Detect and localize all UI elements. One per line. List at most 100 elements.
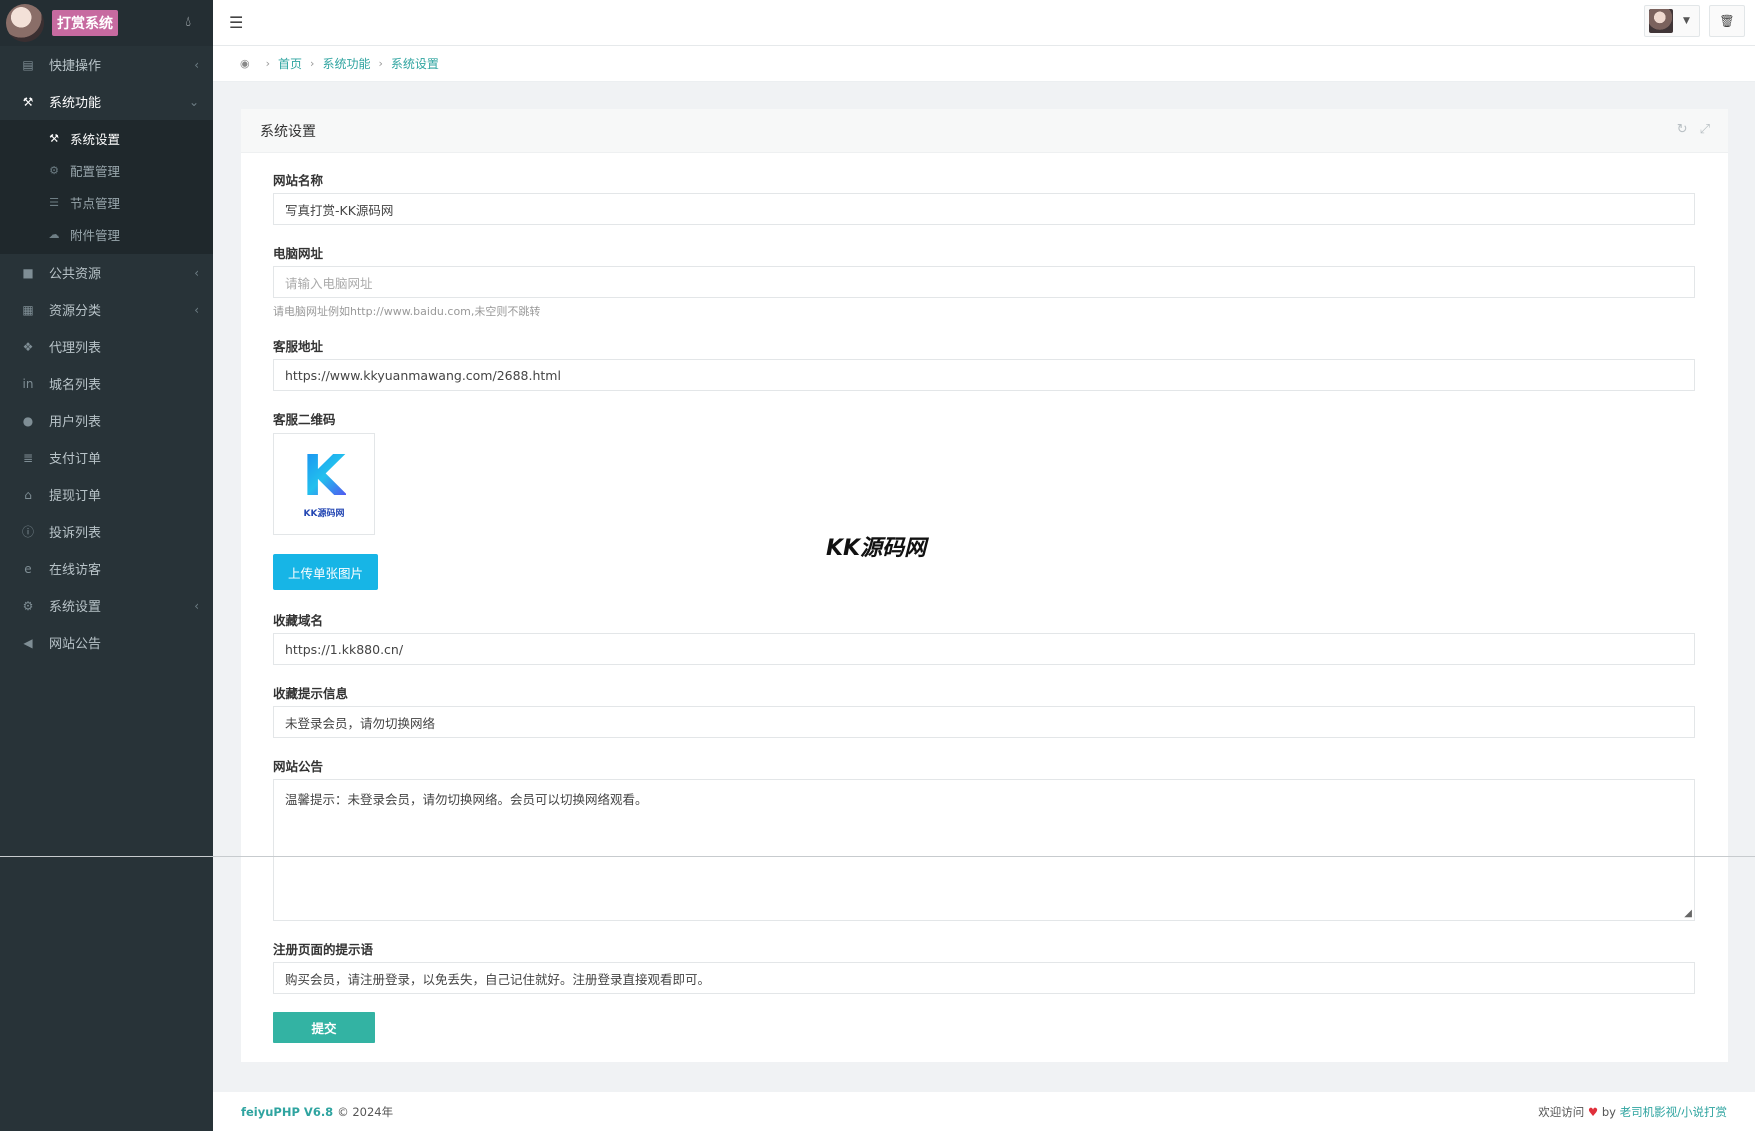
cloud-upload-icon: ☁	[48, 227, 60, 241]
qr-logo-letter: K	[302, 444, 346, 509]
sidebar-submenu: ⚒ 系统设置 ⚙ 配置管理 ☰ 节点管理 ☁ 附件管理	[0, 120, 213, 254]
sidebar-item-online-visitors[interactable]: e 在线访客	[0, 550, 213, 587]
service-qr-label: 客服二维码	[273, 412, 336, 427]
sidebar-item-label: 投诉列表	[49, 526, 102, 541]
sidebar-item-system-functions[interactable]: ⚒ 系统功能 ⌄	[0, 83, 213, 120]
service-qr-image[interactable]: K KK源码网	[273, 433, 375, 535]
sidebar-item-domains[interactable]: in 城名列表	[0, 365, 213, 402]
register-tip-label: 注册页面的提示语	[273, 942, 374, 957]
sidebar-item-label: 公共资源	[49, 267, 102, 282]
sidebar-subitem-config[interactable]: ⚙ 配置管理	[0, 154, 213, 186]
sidebar-item-agents[interactable]: ❖ 代理列表	[0, 328, 213, 365]
breadcrumb-home[interactable]: 首页	[278, 55, 302, 72]
sidebar-item-label: 用户列表	[49, 415, 102, 430]
service-url-input[interactable]: https://www.kkyuanmawang.com/2688.html	[273, 359, 1695, 391]
fav-tip-input[interactable]: 未登录会员，请勿切换网络	[273, 706, 1695, 738]
sidebar-item-system-settings[interactable]: ⚙ 系统设置 ‹	[0, 587, 213, 624]
sidebar-item-label: 提现订单	[49, 489, 102, 504]
service-url-label: 客服地址	[273, 339, 324, 354]
sidebar-item-label: 网站公告	[49, 637, 102, 652]
theme-drop-icon[interactable]: 💧︎	[185, 14, 191, 30]
sidebar-subitem-nodes[interactable]: ☰ 节点管理	[0, 186, 213, 218]
breadcrumb-system-settings[interactable]: 系统设置	[391, 55, 439, 72]
sidebar-item-payment-orders[interactable]: ≣ 支付订单	[0, 439, 213, 476]
ie-icon: e	[24, 561, 32, 576]
breadcrumb: ◉ › 首页 › 系统功能 › 系统设置	[213, 46, 1755, 82]
sidebar-item-label: 城名列表	[49, 378, 102, 393]
notice-textarea[interactable]: 温馨提示：未登录会员，请勿切换网络。会员可以切换网络观看。 ◢	[273, 779, 1695, 921]
topbar: ☰ ▼ 🗑︎	[213, 0, 1755, 46]
register-tip-input[interactable]: 购买会员，请注册登录，以免丢失，自己记住就好。注册登录直接观看即可。	[273, 962, 1695, 994]
sidebar-item-label: 系统功能	[49, 96, 102, 111]
card-header: 系统设置 ↻ ⤢	[241, 109, 1728, 153]
caret-down-icon: ▼	[1683, 16, 1690, 26]
avatar	[1649, 9, 1673, 33]
breadcrumb-separator: ›	[265, 57, 271, 70]
sidebar-subitem-system-settings[interactable]: ⚒ 系统设置	[0, 122, 213, 154]
sidebar-item-complaints[interactable]: ⓘ 投诉列表	[0, 513, 213, 550]
bank-icon: ⌂	[24, 487, 32, 502]
database-icon: ≣	[22, 450, 34, 465]
watermark: KK源码网	[826, 536, 927, 561]
linkedin-icon: in	[22, 376, 34, 391]
settings-form: 网站名称 写真打赏-KK源码网 电脑网址 请输入电脑网址 请电脑网址例如http…	[241, 153, 1728, 1043]
pc-url-help: 请电脑网址例如http://www.baidu.com,未空则不跳转	[273, 305, 541, 318]
video-icon: ■	[22, 265, 34, 280]
chevron-left-icon: ‹	[194, 265, 199, 280]
sidebar-item-withdraw-orders[interactable]: ⌂ 提现订单	[0, 476, 213, 513]
user-icon: ●	[22, 413, 34, 428]
site-name-input[interactable]: 写真打赏-KK源码网	[273, 193, 1695, 225]
menu-toggle-icon[interactable]: ☰	[229, 13, 243, 32]
sidebar-subitem-attachments[interactable]: ☁ 附件管理	[0, 218, 213, 250]
refresh-icon[interactable]: ↻	[1677, 122, 1688, 137]
sidebar-item-quick-actions[interactable]: ▤ 快捷操作 ‹	[0, 46, 213, 83]
upload-image-button[interactable]: 上传单张图片	[273, 554, 378, 590]
divider	[0, 856, 1755, 857]
user-menu-button[interactable]: ▼	[1644, 5, 1700, 37]
submit-button[interactable]: 提交	[273, 1012, 375, 1043]
sidebar: 打赏系统 💧︎ ▤ 快捷操作 ‹ ⚒ 系统功能 ⌄ ⚒ 系统设置 ⚙ 配置管理 …	[0, 0, 213, 1131]
footer-by: by	[1601, 1104, 1616, 1119]
folder-open-icon: ▤	[22, 57, 34, 72]
fav-domain-label: 收藏域名	[273, 613, 324, 628]
info-icon: ⓘ	[21, 525, 34, 539]
footer-version[interactable]: feiyuPHP V6.8	[241, 1105, 333, 1119]
trash-icon: 🗑︎	[1719, 14, 1735, 28]
gift-icon: ❖	[22, 339, 34, 354]
notice-text: 温馨提示：未登录会员，请勿切换网络。会员可以切换网络观看。	[285, 792, 648, 807]
sidebar-item-label: 系统设置	[49, 600, 102, 615]
sidebar-subitem-label: 附件管理	[70, 227, 121, 243]
brand-avatar[interactable]	[6, 4, 44, 42]
sidebar-item-users[interactable]: ● 用户列表	[0, 402, 213, 439]
footer-welcome: 欢迎访问	[1538, 1104, 1585, 1119]
pc-url-label: 电脑网址	[273, 246, 324, 261]
footer-author-link[interactable]: 老司机影视/小说打赏	[1620, 1105, 1727, 1119]
sidebar-item-resource-categories[interactable]: ▦ 资源分类 ‹	[0, 291, 213, 328]
wrench-icon: ⚒	[22, 94, 34, 109]
fav-domain-input[interactable]: https://1.kk880.cn/	[273, 633, 1695, 665]
sidebar-menu: ▤ 快捷操作 ‹ ⚒ 系统功能 ⌄ ⚒ 系统设置 ⚙ 配置管理 ☰ 节点管理 ☁	[0, 46, 213, 661]
sidebar-subitem-label: 配置管理	[70, 163, 121, 179]
sidebar-subitem-label: 系统设置	[70, 131, 121, 147]
footer-copyright: © 2024年	[337, 1104, 394, 1119]
map-marker-icon: ◉	[240, 57, 250, 70]
fav-tip-label: 收藏提示信息	[273, 686, 349, 701]
sidebar-item-site-notice[interactable]: ◀ 网站公告	[0, 624, 213, 661]
heart-icon: ♥	[1587, 1104, 1599, 1119]
resize-grip-icon[interactable]: ◢	[1684, 908, 1692, 919]
th-large-icon: ▦	[22, 302, 34, 317]
sidebar-item-public-resources[interactable]: ■ 公共资源 ‹	[0, 254, 213, 291]
footer: feiyuPHP V6.8 © 2024年 欢迎访问 ♥ by 老司机影视/小说…	[213, 1092, 1755, 1131]
chevron-left-icon: ‹	[194, 598, 199, 613]
fullscreen-icon[interactable]: ⤢	[1700, 122, 1710, 137]
card-title: 系统设置	[260, 123, 316, 140]
sidebar-subitem-label: 节点管理	[70, 195, 121, 211]
footer-right: 欢迎访问 ♥ by 老司机影视/小说打赏	[1538, 1104, 1727, 1120]
sidebar-item-label: 支付订单	[49, 452, 102, 467]
site-name-label: 网站名称	[273, 173, 324, 188]
brand-title[interactable]: 打赏系统	[52, 10, 118, 36]
gear-icon: ⚙	[22, 598, 34, 613]
clear-cache-button[interactable]: 🗑︎	[1709, 5, 1745, 37]
pc-url-input[interactable]: 请输入电脑网址	[273, 266, 1695, 298]
breadcrumb-system-functions[interactable]: 系统功能	[322, 55, 370, 72]
